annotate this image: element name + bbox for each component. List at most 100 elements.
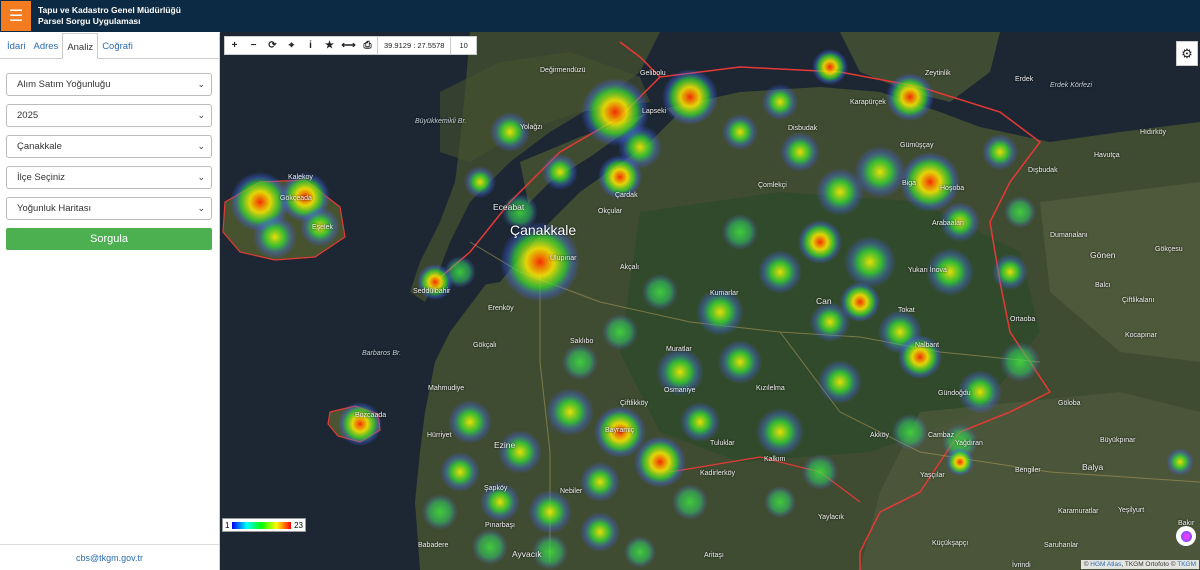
place-label: Büyükpınar (1100, 437, 1136, 444)
print-icon[interactable]: ⎙ (358, 40, 377, 51)
locate-icon[interactable]: ⌖ (282, 40, 301, 51)
place-label: Muratlar (666, 346, 692, 353)
place-label: Babadere (418, 542, 449, 549)
place-label: Çiftlikalanı (1122, 297, 1155, 304)
place-label: Çardak (615, 192, 638, 199)
place-label: Dumanalanı (1050, 232, 1088, 239)
place-label: Havutça (1094, 152, 1120, 159)
assistant-icon (1180, 530, 1192, 542)
map-toolbar: + − ⟳ ⌖ i ★ ⟷ ⎙ 39.9129 : 27.5578 10 (224, 36, 477, 55)
place-label: Can (816, 296, 832, 306)
map-basemap (220, 32, 1200, 570)
place-label: Kocapınar (1125, 332, 1157, 339)
tab-analiz[interactable]: Analiz (62, 33, 99, 59)
attribution-mid: , TKGM Ortofoto © (1121, 561, 1176, 568)
place-label: Yaylacık (818, 514, 844, 521)
place-label: Cambaz (928, 432, 955, 439)
place-label: Hoşoba (940, 185, 965, 192)
zoom-level: 10 (450, 36, 475, 55)
place-label: Gündoğdu (938, 390, 971, 397)
province-select[interactable]: Çanakkale ⌄ (6, 135, 212, 158)
chevron-down-icon: ⌄ (197, 110, 205, 120)
place-label: Yaşçılar (920, 472, 945, 479)
place-label: Yolağzı (520, 124, 543, 131)
place-label: Gökçesu (1155, 246, 1183, 253)
place-label: Gümüşçay (900, 142, 934, 149)
place-label: Okçular (598, 208, 623, 215)
chevron-down-icon: ⌄ (197, 203, 205, 213)
settings-button[interactable]: ⚙ (1176, 41, 1198, 66)
place-label: Yeşilyurt (1118, 507, 1145, 514)
place-label: Nebiler (560, 488, 583, 495)
place-label: Ulupınar (550, 255, 577, 262)
tab-adres[interactable]: Adres (29, 33, 62, 59)
select-value: 2025 (17, 110, 39, 121)
place-label: Hıdırköy (1140, 129, 1167, 136)
measure-icon[interactable]: ⟷ (339, 40, 358, 51)
contact-email-link[interactable]: cbs@tkgm.gov.tr (0, 544, 219, 570)
place-label: Eşelek (312, 224, 334, 231)
place-label: Balya (1082, 462, 1104, 472)
analysis-type-select[interactable]: Alım Satım Yoğunluğu ⌄ (6, 73, 212, 96)
place-label: Karapürçek (850, 99, 886, 106)
assistant-button[interactable] (1176, 526, 1196, 546)
coordinate-readout: 39.9129 : 27.5578 (377, 36, 450, 55)
select-value: Yoğunluk Haritası (17, 203, 92, 214)
place-label: Saklıbo (570, 338, 594, 345)
place-label: Tokat (898, 307, 915, 314)
place-label: Göloba (1058, 400, 1081, 407)
place-label: Barbaros Br. (362, 350, 402, 357)
place-label: Akçalı (620, 264, 640, 271)
plus-icon[interactable]: + (225, 40, 244, 51)
hamburger-icon: ☰ (8, 8, 24, 25)
place-label: Nalbant (915, 342, 940, 349)
place-label: Seddülbahir (413, 288, 451, 295)
place-label: Erdek (1015, 76, 1034, 83)
place-label: Bozcaada (355, 412, 387, 419)
place-label: Ayvacık (512, 549, 542, 559)
place-label: Değirmendüzü (540, 67, 586, 74)
tab-idari[interactable]: İdari (3, 33, 29, 59)
place-label: Arabaalan (932, 220, 964, 227)
place-label: Kumarlar (710, 290, 739, 297)
map-type-select[interactable]: Yoğunluk Haritası ⌄ (6, 197, 212, 220)
place-label: Erenköy (488, 305, 514, 312)
place-label: Kalekoy (288, 174, 313, 181)
minus-icon[interactable]: − (244, 40, 263, 51)
place-label: Çomlekçi (758, 182, 787, 189)
tab-cografi[interactable]: Coğrafi (98, 33, 137, 59)
top-bar: ☰ Tapu ve Kadastro Genel Müdürlüğü Parse… (0, 0, 1200, 32)
year-select[interactable]: 2025 ⌄ (6, 104, 212, 127)
place-label: Küçükşapçı (932, 540, 969, 547)
place-label: Karamuratlar (1058, 508, 1099, 515)
map-canvas[interactable]: Çanakkale Değirmendüzü Gelibolu Lapseki … (220, 32, 1200, 570)
place-label: Bayramiç (605, 427, 635, 434)
place-label: Osmaniye (664, 387, 696, 394)
attribution-hgm-link[interactable]: HGM Atlas (1090, 561, 1121, 568)
place-label: Balcı (1095, 282, 1111, 289)
query-form: Alım Satım Yoğunluğu ⌄ 2025 ⌄ Çanakkale ⌄ İ… (0, 59, 219, 220)
info-icon[interactable]: i (301, 40, 320, 51)
legend-min: 1 (225, 520, 230, 530)
attribution-prefix: © (1083, 561, 1089, 568)
place-label: Yağdıran (955, 440, 983, 447)
place-label: Bengiler (1015, 467, 1041, 474)
attribution-tkgm-link[interactable]: TKGM (1177, 561, 1196, 568)
select-value: İlçe Seçiniz (17, 172, 66, 183)
sidebar-tabs: İdari Adres Analiz Coğrafi (0, 33, 219, 59)
star-icon[interactable]: ★ (320, 40, 339, 51)
place-label: Aritaşı (704, 552, 724, 559)
place-label: Biga (902, 180, 917, 187)
sorgula-button[interactable]: Sorgula (6, 228, 212, 250)
place-label: Hürriyet (427, 432, 452, 439)
district-select[interactable]: İlçe Seçiniz ⌄ (6, 166, 212, 189)
app-title-line1: Tapu ve Kadastro Genel Müdürlüğü (38, 5, 181, 15)
place-label: Zeytinlik (925, 70, 951, 77)
place-label: Büyükkemikli Br. (415, 118, 467, 125)
sidebar: İdari Adres Analiz Coğrafi Alım Satım Yo… (0, 33, 220, 570)
refresh-icon[interactable]: ⟳ (263, 40, 282, 51)
chevron-down-icon: ⌄ (197, 141, 205, 151)
place-label: Saruhanlar (1044, 542, 1079, 549)
hamburger-menu-button[interactable]: ☰ (1, 1, 31, 31)
place-label: Pınarbaşı (485, 522, 515, 529)
